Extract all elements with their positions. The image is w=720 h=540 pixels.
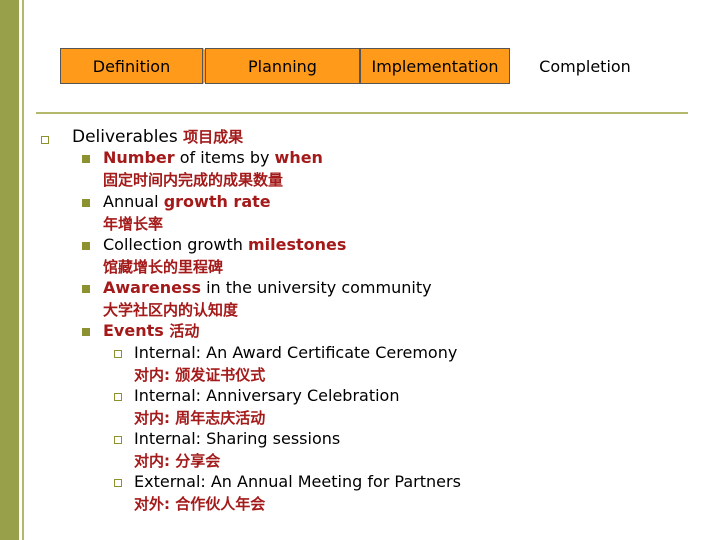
bullet-solid-icon bbox=[82, 285, 90, 293]
event-cn: 对内: 颁发证书仪式 bbox=[134, 366, 266, 384]
phase-planning: Planning bbox=[205, 48, 360, 84]
item-text: of items by bbox=[174, 148, 275, 167]
left-accent-bar bbox=[0, 0, 19, 540]
list-item: Awareness in the university community bbox=[103, 278, 432, 298]
phase-label: Definition bbox=[92, 56, 171, 76]
item-cn: 活动 bbox=[169, 322, 200, 340]
item-highlight: when bbox=[274, 148, 323, 167]
item-cn: 固定时间内完成的成果数量 bbox=[103, 171, 284, 189]
list-item: Collection growth milestones bbox=[103, 235, 346, 255]
phase-definition: Definition bbox=[60, 48, 203, 84]
event-cn: 对内: 周年志庆活动 bbox=[134, 409, 266, 427]
bullet-solid-icon bbox=[82, 155, 90, 163]
item-cn: 馆藏增长的里程碑 bbox=[103, 258, 224, 276]
phase-label: Planning bbox=[248, 56, 317, 76]
event-text: External: An Annual Meeting for Partners bbox=[134, 472, 461, 491]
phase-label: Implementation bbox=[371, 56, 499, 76]
list-item: Number of items by when bbox=[103, 148, 323, 168]
item-text: Collection growth bbox=[103, 235, 248, 254]
bullet-hollow-icon bbox=[114, 479, 122, 487]
list-item: Events 活动 bbox=[103, 321, 199, 341]
deliverables-prefix: Deliverables bbox=[72, 127, 184, 147]
item-cn: 年增长率 bbox=[103, 215, 164, 233]
event-text: Internal: Anniversary Celebration bbox=[134, 386, 400, 405]
item-highlight: growth rate bbox=[163, 192, 271, 211]
event-cn: 对内: 分享会 bbox=[134, 452, 221, 470]
bullet-hollow-icon bbox=[114, 393, 122, 401]
phase-implementation: Implementation bbox=[360, 48, 510, 84]
event-text: Internal: Sharing sessions bbox=[134, 429, 341, 448]
item-highlight: Number bbox=[103, 148, 175, 167]
item-text: in the university community bbox=[201, 278, 432, 297]
bullet-hollow-icon bbox=[114, 350, 122, 358]
list-item: Annual growth rate bbox=[103, 192, 271, 212]
phase-label: Completion bbox=[539, 56, 631, 76]
bullet-solid-icon bbox=[82, 328, 90, 336]
item-highlight: Awareness bbox=[103, 278, 201, 297]
bullet-solid-icon bbox=[82, 242, 90, 250]
event-text: Internal: An Award Certificate Ceremony bbox=[134, 343, 458, 362]
item-highlight: Events bbox=[103, 321, 170, 340]
phase-completion: Completion bbox=[510, 48, 660, 84]
divider-rule bbox=[36, 112, 688, 114]
event-cn: 对外: 合作伙人年会 bbox=[134, 495, 266, 513]
bullet-hollow-icon bbox=[41, 136, 49, 144]
item-text: Annual bbox=[103, 192, 164, 211]
item-highlight: milestones bbox=[247, 235, 347, 254]
deliverables-cn: 项目成果 bbox=[183, 128, 244, 146]
bullet-solid-icon bbox=[82, 199, 90, 207]
deliverables-heading: Deliverables 项目成果 bbox=[72, 127, 243, 147]
bullet-hollow-icon bbox=[114, 436, 122, 444]
item-cn: 大学社区内的认知度 bbox=[103, 301, 239, 319]
left-accent-line bbox=[22, 0, 24, 540]
